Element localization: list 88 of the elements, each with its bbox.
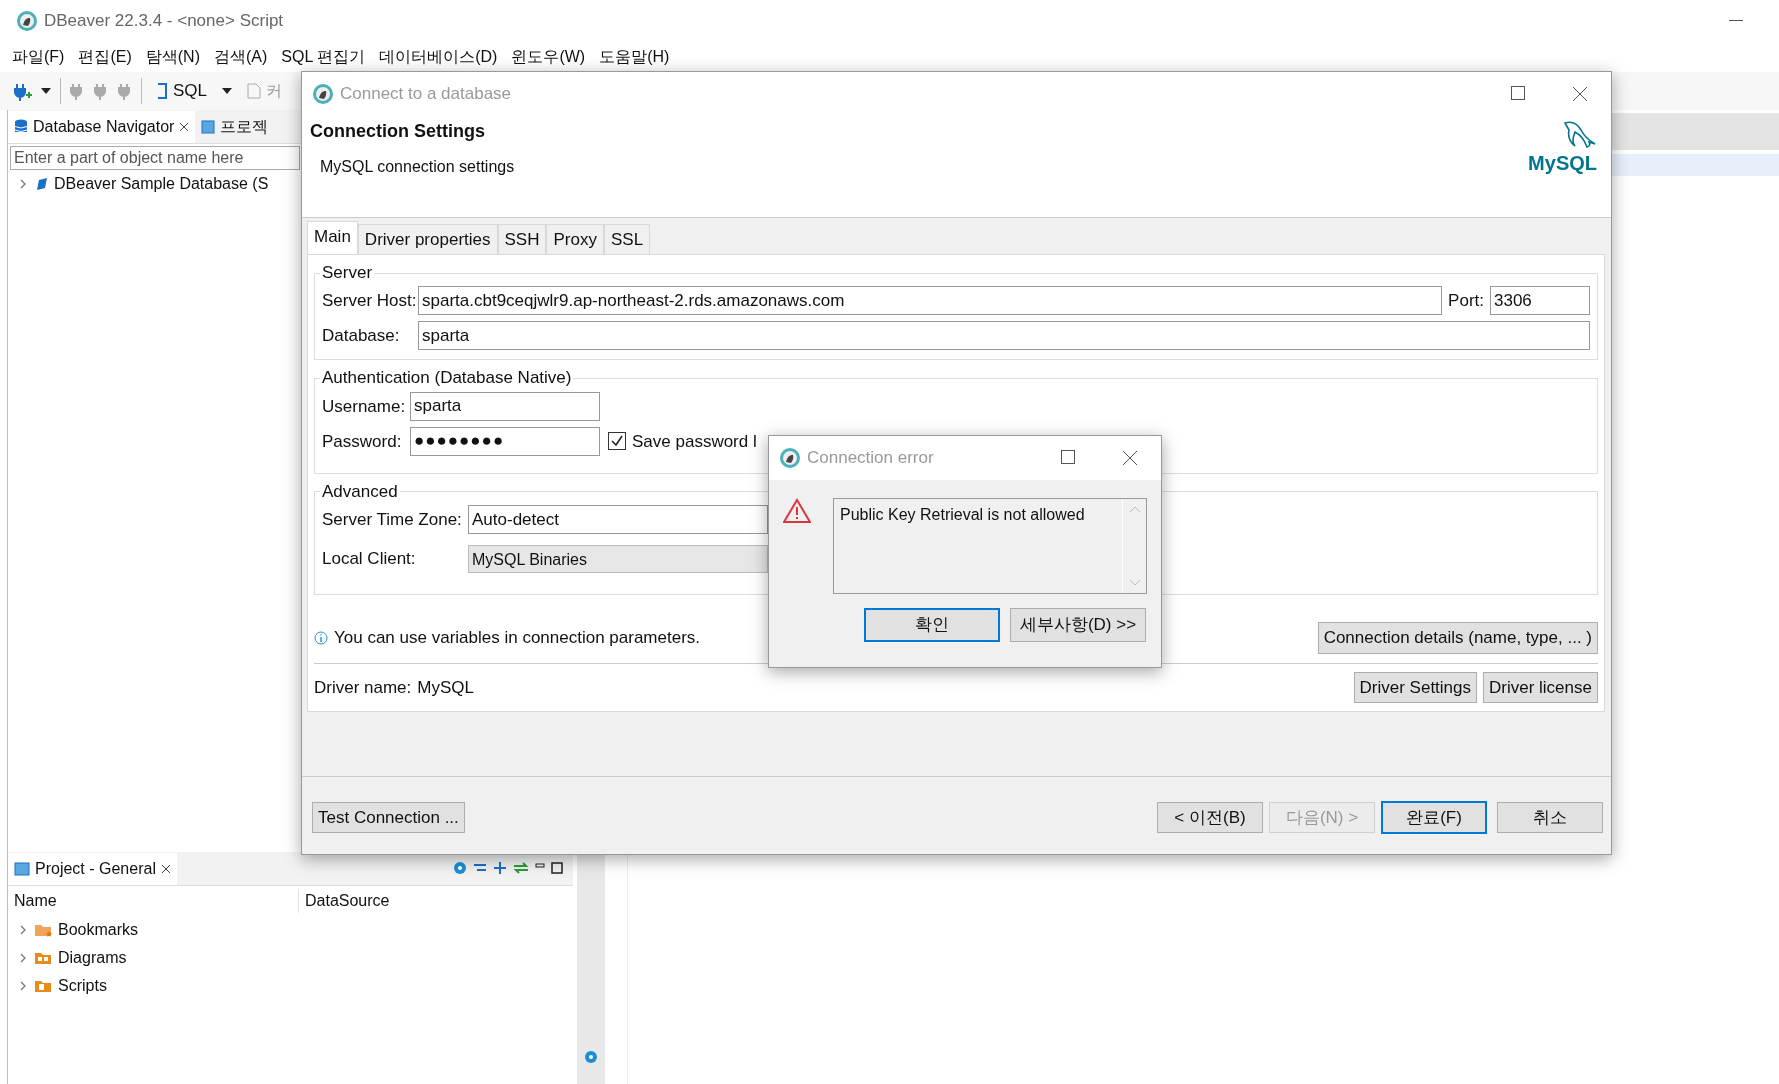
menu-item[interactable]: 검색(A) [214,45,268,69]
bookmark-folder-icon [34,922,52,938]
driver-name: MySQL [417,676,474,699]
details-button[interactable]: Connection details (name, type, ... ) [1317,622,1598,654]
menu-item[interactable]: SQL 편집기 [281,45,366,69]
field-label: Local Client: [322,547,417,570]
dialog-title: Connection error [807,447,934,470]
panel-tab[interactable]: 프로젝 [195,111,275,143]
field-label: Driver name: [314,676,412,699]
maximize-icon[interactable] [551,862,563,874]
menu-item[interactable]: 윈도우(W) [511,45,586,69]
add-icon[interactable] [493,861,507,875]
menu-item[interactable]: 탐색(N) [145,45,200,69]
plug-add-icon[interactable] [12,81,32,101]
dialog-button[interactable]: 세부사항(D) >> [1010,608,1146,642]
menu-item[interactable]: 편집(E) [78,45,132,69]
window-icon [14,862,30,876]
maximize-icon[interactable] [1061,450,1075,464]
app-icon [779,447,801,469]
dialog-title: Connect to a database [340,83,512,106]
field-label: Username: [322,395,407,418]
dialog-subheading: MySQL connection settings [320,157,515,177]
diagram-folder-icon [34,950,52,966]
app-icon [312,83,334,105]
caret-icon[interactable] [221,87,234,95]
window-icon [201,120,216,134]
client-dropdown[interactable]: MySQL Binaries [468,544,768,573]
column-header[interactable]: DataSource [298,889,390,913]
dialog-button[interactable]: 확인 [864,608,1000,642]
port-field[interactable]: 3306 [1490,286,1590,316]
close-icon[interactable] [1572,86,1588,102]
window-title: DBeaver 22.3.4 - <none> Script [44,10,284,33]
column-header[interactable]: Name [8,889,298,913]
field-label: Database: [322,325,401,348]
script-folder-icon [34,978,52,994]
sql-editor-button[interactable]: SQL [150,74,214,108]
close-icon[interactable] [160,864,171,874]
group-label: Server [321,263,374,284]
panel-tab[interactable]: Database Navigator [8,111,196,143]
app-icon [16,10,38,32]
collapse-all-icon[interactable] [473,863,487,873]
field-label: Password: [322,430,403,453]
document-icon [247,83,262,99]
panel-tab[interactable]: Project - General [8,853,177,885]
dolphin-icon [1561,120,1597,148]
driver-button[interactable]: Driver Settings [1353,671,1477,703]
logo-text: MySQL [1528,151,1597,176]
tab[interactable]: Driver properties [357,223,498,254]
checkbox-label: Save password l [632,430,757,453]
close-icon[interactable] [179,122,190,132]
tab[interactable]: SSH [497,223,547,254]
warning-icon [783,498,811,524]
database-icon [14,119,28,135]
tab[interactable]: SSL [603,223,651,254]
maximize-icon[interactable] [1511,86,1525,100]
tab[interactable]: Main [307,220,358,254]
group-label: Authentication (Database Native) [321,368,573,389]
dialog-button[interactable]: 취소 [1497,801,1603,833]
info-text: You can use variables in connection parameters. [334,627,701,650]
test-connection-button[interactable]: Test Connection ... [312,801,465,833]
tree-item[interactable]: Bookmarks [58,918,139,942]
host-field[interactable]: sparta.cbt9ceqjwlr9.ap-northeast-2.rds.amazonaws.com [418,286,1443,316]
menu-item[interactable]: 파일(F) [12,45,65,69]
tree-item[interactable]: Diagrams [58,946,127,970]
menu-item[interactable]: 도움말(H) [599,45,670,69]
driver-button[interactable]: Driver license [1483,671,1598,703]
caret-icon[interactable] [40,87,52,95]
info-icon [314,630,328,645]
tree-item[interactable]: Scripts [58,974,107,998]
minimize-icon[interactable] [1729,20,1743,22]
error-message: Public Key Retrieval is not allowed [839,505,1086,525]
field-label: Port: [1448,290,1484,313]
password-field[interactable]: ●●●●●●●● [410,426,600,456]
sync-arrows-icon[interactable] [513,862,529,874]
dialog-button[interactable]: 완료(F) [1381,800,1487,834]
field-label: Server Time Zone: [322,508,462,531]
tab[interactable]: Proxy [546,223,604,254]
database-field[interactable]: sparta [418,321,1590,351]
search-field[interactable]: Enter a part of object name here [10,146,300,170]
dialog-button[interactable]: < 이전(B) [1157,801,1263,833]
timezone-field[interactable]: Auto-detect [468,505,768,535]
tree-item[interactable]: DBeaver Sample Database (S [54,172,269,196]
menu-item[interactable]: 데이터베이스(D) [379,45,498,69]
dialog-heading: Connection Settings [310,120,486,143]
checkbox[interactable] [608,432,626,451]
close-icon[interactable] [1122,450,1138,466]
username-field[interactable]: sparta [410,391,600,421]
group-label: Advanced [321,481,399,503]
